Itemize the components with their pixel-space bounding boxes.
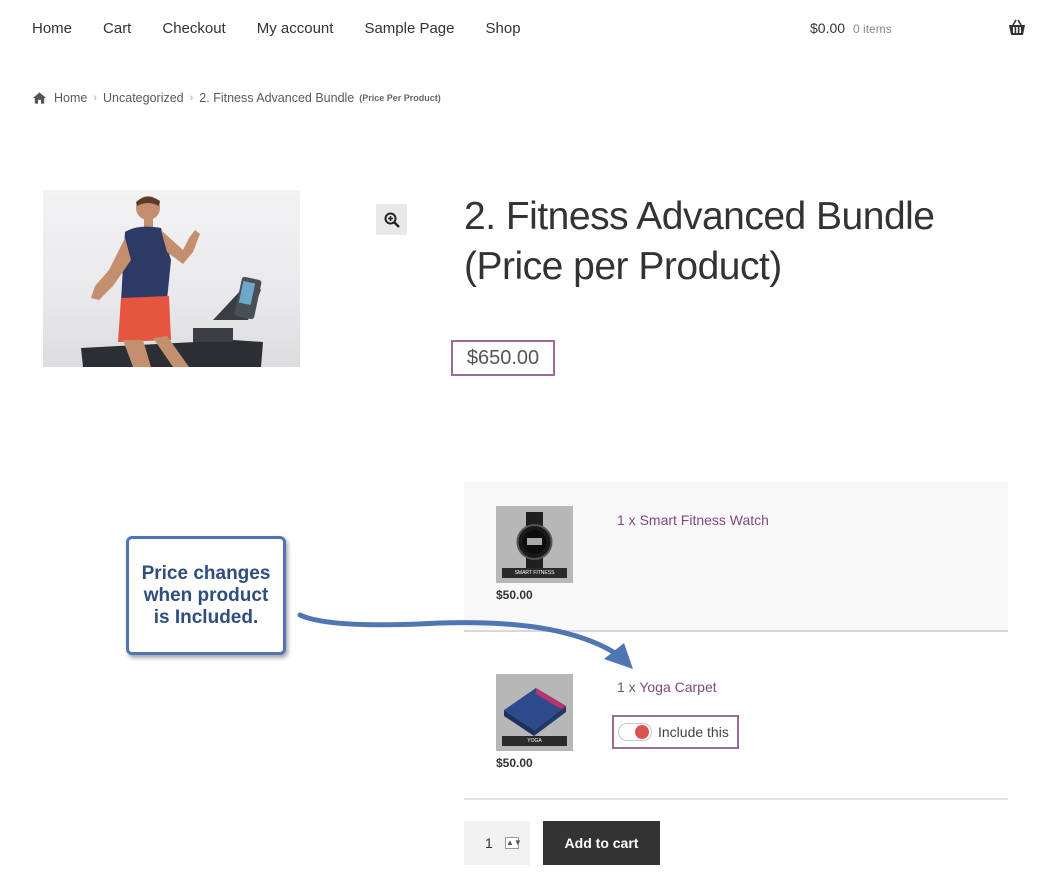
breadcrumb: Home › Uncategorized › 2. Fitness Advanc… (32, 91, 441, 105)
quantity-spin-buttons[interactable]: ▲▼ (505, 837, 522, 849)
thumbnail-caption: SMART FITNESS (502, 568, 567, 578)
primary-nav: Home Cart Checkout My account Sample Pag… (32, 18, 552, 40)
runner-on-treadmill-image (81, 196, 263, 367)
home-icon (32, 92, 47, 104)
breadcrumb-current-suffix: (Price Per Product) (359, 93, 441, 103)
include-toggle-label[interactable]: Include this (658, 724, 729, 740)
cart-item-count: 0 items (853, 22, 892, 36)
quantity-stepper[interactable]: 1 ▲▼ (464, 821, 530, 865)
item-thumbnail[interactable]: YOGA (496, 674, 573, 751)
zoom-button[interactable] (376, 204, 407, 235)
product-price: $650.00 (466, 346, 540, 369)
item-name-link[interactable]: 1 x Yoga Carpet (617, 679, 717, 695)
breadcrumb-category[interactable]: Uncategorized (103, 91, 184, 105)
include-toggle[interactable] (618, 723, 652, 741)
thumbnail-caption: YOGA (502, 736, 567, 746)
quantity-input[interactable]: 1 (485, 835, 497, 851)
nav-my-account[interactable]: My account (257, 18, 334, 40)
item-thumbnail[interactable]: SMART FITNESS (496, 506, 573, 583)
product-title: 2. Fitness Advanced Bundle (Price per Pr… (464, 195, 935, 288)
breadcrumb-separator: › (93, 92, 98, 104)
basket-icon[interactable] (1007, 18, 1027, 38)
nav-sample-page[interactable]: Sample Page (364, 18, 454, 40)
price-highlight-box: $650.00 (451, 340, 555, 376)
nav-home[interactable]: Home (32, 18, 72, 40)
nav-checkout[interactable]: Checkout (162, 18, 225, 40)
toggle-knob (635, 725, 649, 739)
header-cart-link[interactable]: $0.00 0 items (810, 20, 892, 36)
item-name-link[interactable]: 1 x Smart Fitness Watch (617, 512, 769, 528)
breadcrumb-home[interactable]: Home (54, 91, 87, 105)
add-to-cart-button[interactable]: Add to cart (543, 821, 660, 865)
breadcrumb-separator: › (189, 92, 194, 104)
cart-amount: $0.00 (810, 20, 846, 36)
include-toggle-highlight-box: Include this (612, 715, 739, 749)
annotation-callout: Price changes when product is Included. (126, 536, 286, 655)
product-image[interactable] (43, 190, 300, 367)
nav-shop[interactable]: Shop (486, 18, 521, 40)
annotation-arrow (297, 612, 633, 669)
item-price: $50.00 (496, 756, 533, 770)
annotation-text: Price changes when product is Included. (141, 562, 271, 628)
magnifier-zoom-icon (384, 212, 400, 228)
nav-cart[interactable]: Cart (103, 18, 131, 40)
breadcrumb-current: 2. Fitness Advanced Bundle (199, 91, 355, 105)
